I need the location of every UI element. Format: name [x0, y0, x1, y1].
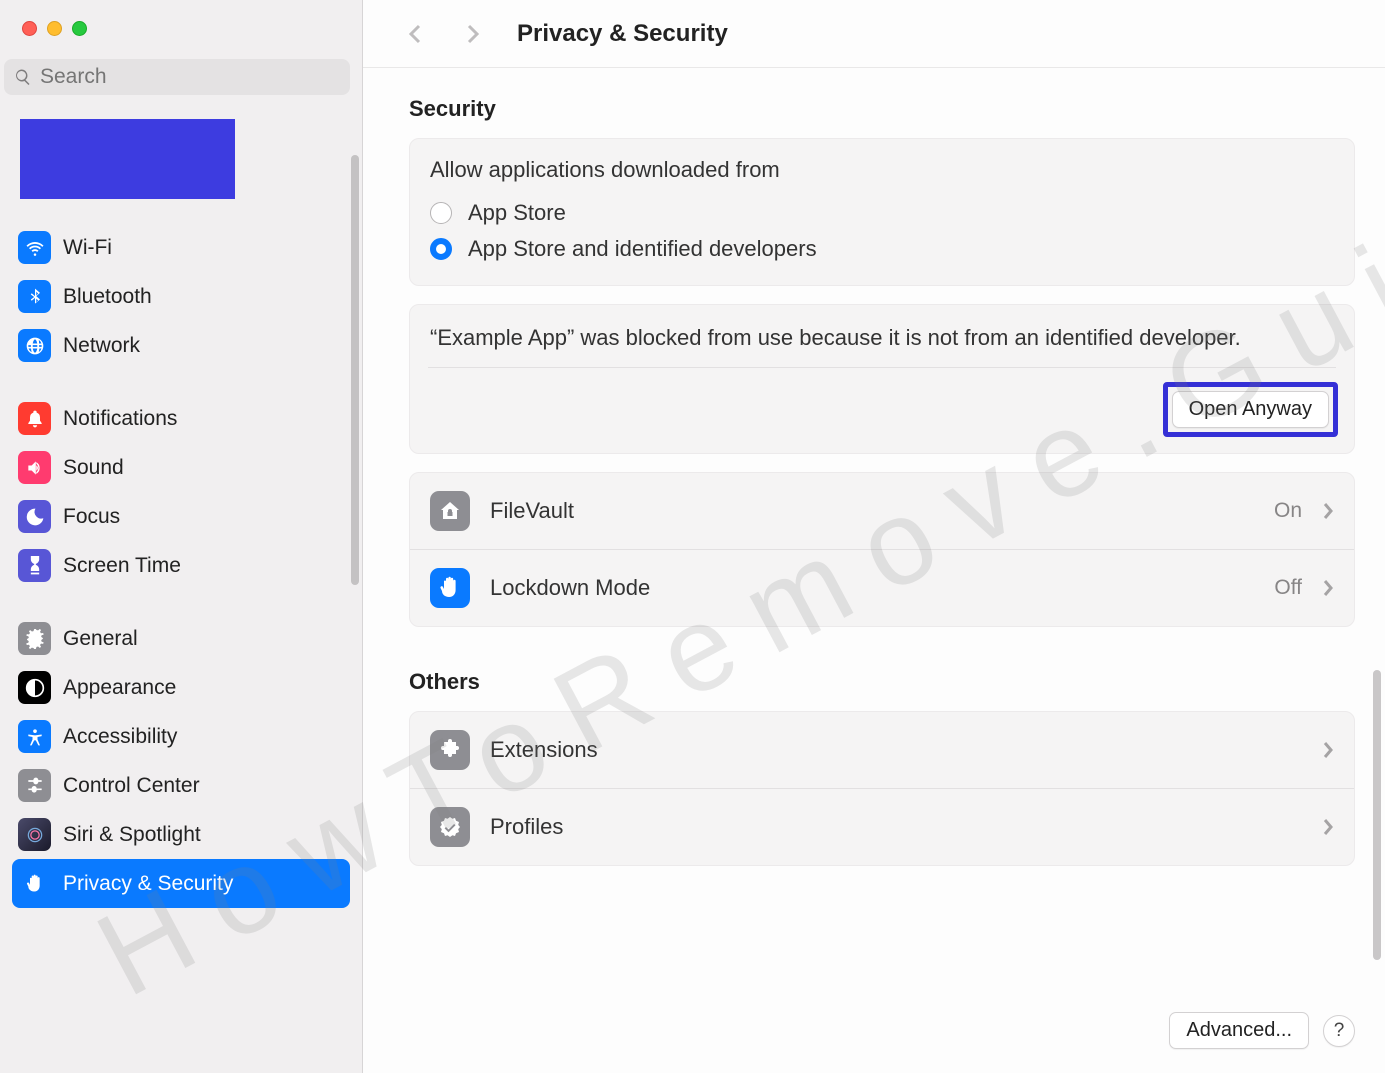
- sidebar-item-siri[interactable]: Siri & Spotlight: [12, 810, 350, 859]
- sidebar-item-focus[interactable]: Focus: [12, 492, 350, 541]
- bluetooth-icon: [18, 280, 51, 313]
- radio-button[interactable]: [430, 202, 452, 224]
- row-value: Off: [1274, 576, 1302, 600]
- sidebar-item-label: General: [63, 627, 138, 651]
- house-lock-icon: [430, 491, 470, 531]
- sidebar-item-appearance[interactable]: Appearance: [12, 663, 350, 712]
- search-input[interactable]: [40, 65, 340, 89]
- others-rows-panel: Extensions Profiles: [409, 711, 1355, 866]
- sidebar-item-controlcenter[interactable]: Control Center: [12, 761, 350, 810]
- row-filevault[interactable]: FileVault On: [410, 473, 1354, 549]
- row-label: Extensions: [490, 737, 1302, 763]
- sidebar-item-accessibility[interactable]: Accessibility: [12, 712, 350, 761]
- search-icon: [14, 68, 32, 86]
- sidebar-item-label: Siri & Spotlight: [63, 823, 201, 847]
- page-title: Privacy & Security: [517, 20, 728, 48]
- hand-icon: [18, 867, 51, 900]
- main-scrollbar[interactable]: [1373, 670, 1381, 960]
- sidebar-item-wifi[interactable]: Wi-Fi: [12, 223, 350, 272]
- radio-label: App Store and identified developers: [468, 236, 817, 262]
- content-scroll[interactable]: Security Allow applications downloaded f…: [363, 68, 1385, 1012]
- sidebar-item-label: Privacy & Security: [63, 872, 233, 896]
- sidebar-item-sound[interactable]: Sound: [12, 443, 350, 492]
- hourglass-icon: [18, 549, 51, 582]
- sidebar-item-screentime[interactable]: Screen Time: [12, 541, 350, 590]
- hand-icon: [430, 568, 470, 608]
- back-button[interactable]: [401, 20, 429, 48]
- section-title-security: Security: [409, 96, 1355, 122]
- sidebar-item-label: Control Center: [63, 774, 200, 798]
- row-lockdown[interactable]: Lockdown Mode Off: [410, 549, 1354, 626]
- help-button[interactable]: ?: [1323, 1015, 1355, 1047]
- apple-id-user-block[interactable]: [20, 119, 235, 199]
- sidebar-item-label: Wi-Fi: [63, 236, 112, 260]
- sidebar-item-label: Accessibility: [63, 725, 177, 749]
- sidebar-item-general[interactable]: General: [12, 614, 350, 663]
- chevron-right-icon: [1322, 818, 1334, 836]
- sidebar-item-label: Focus: [63, 505, 120, 529]
- radio-button[interactable]: [430, 238, 452, 260]
- sidebar-item-notifications[interactable]: Notifications: [12, 394, 350, 443]
- row-value: On: [1274, 499, 1302, 523]
- sidebar-item-privacy-security[interactable]: Privacy & Security: [12, 859, 350, 908]
- radio-label: App Store: [468, 200, 566, 226]
- sidebar: Wi-Fi Bluetooth Network Notifications So…: [0, 0, 363, 1073]
- speaker-icon: [18, 451, 51, 484]
- wifi-icon: [18, 231, 51, 264]
- accessibility-icon: [18, 720, 51, 753]
- sidebar-item-label: Screen Time: [63, 554, 181, 578]
- network-icon: [18, 329, 51, 362]
- chevron-right-icon: [1322, 741, 1334, 759]
- advanced-button[interactable]: Advanced...: [1169, 1012, 1309, 1049]
- row-label: FileVault: [490, 498, 1254, 524]
- sidebar-item-label: Sound: [63, 456, 124, 480]
- forward-button[interactable]: [459, 20, 487, 48]
- sidebar-item-network[interactable]: Network: [12, 321, 350, 370]
- sliders-icon: [18, 769, 51, 802]
- row-label: Lockdown Mode: [490, 575, 1254, 601]
- chevron-right-icon: [1322, 579, 1334, 597]
- row-profiles[interactable]: Profiles: [410, 788, 1354, 865]
- sidebar-item-label: Bluetooth: [63, 285, 152, 309]
- radio-app-store[interactable]: App Store: [430, 195, 1334, 231]
- minimize-window-button[interactable]: [47, 21, 62, 36]
- search-field[interactable]: [4, 59, 350, 95]
- puzzle-icon: [430, 730, 470, 770]
- moon-icon: [18, 500, 51, 533]
- sidebar-item-label: Network: [63, 334, 140, 358]
- section-title-others: Others: [409, 669, 1355, 695]
- sidebar-item-bluetooth[interactable]: Bluetooth: [12, 272, 350, 321]
- close-window-button[interactable]: [22, 21, 37, 36]
- security-rows-panel: FileVault On Lockdown Mode Off: [409, 472, 1355, 627]
- chevron-right-icon: [1322, 502, 1334, 520]
- allow-apps-panel: Allow applications downloaded from App S…: [409, 138, 1355, 286]
- sidebar-scrollbar[interactable]: [351, 155, 359, 585]
- tutorial-highlight: Open Anyway: [1163, 382, 1338, 437]
- allow-apps-title: Allow applications downloaded from: [430, 157, 1334, 183]
- blocked-app-message: “Example App” was blocked from use becau…: [410, 305, 1354, 367]
- open-anyway-button[interactable]: Open Anyway: [1172, 391, 1329, 428]
- sidebar-item-label: Appearance: [63, 676, 176, 700]
- sidebar-list[interactable]: Wi-Fi Bluetooth Network Notifications So…: [0, 199, 362, 1073]
- blocked-app-panel: “Example App” was blocked from use becau…: [409, 304, 1355, 454]
- row-label: Profiles: [490, 814, 1302, 840]
- siri-icon: [18, 818, 51, 851]
- main-pane: Privacy & Security Security Allow applic…: [363, 0, 1385, 1073]
- radio-app-store-identified[interactable]: App Store and identified developers: [430, 231, 1334, 267]
- window-controls: [0, 0, 362, 36]
- sidebar-item-label: Notifications: [63, 407, 177, 431]
- header: Privacy & Security: [363, 0, 1385, 68]
- badge-check-icon: [430, 807, 470, 847]
- bell-icon: [18, 402, 51, 435]
- fullscreen-window-button[interactable]: [72, 21, 87, 36]
- row-extensions[interactable]: Extensions: [410, 712, 1354, 788]
- appearance-icon: [18, 671, 51, 704]
- gear-icon: [18, 622, 51, 655]
- footer: Advanced... ?: [363, 1012, 1385, 1073]
